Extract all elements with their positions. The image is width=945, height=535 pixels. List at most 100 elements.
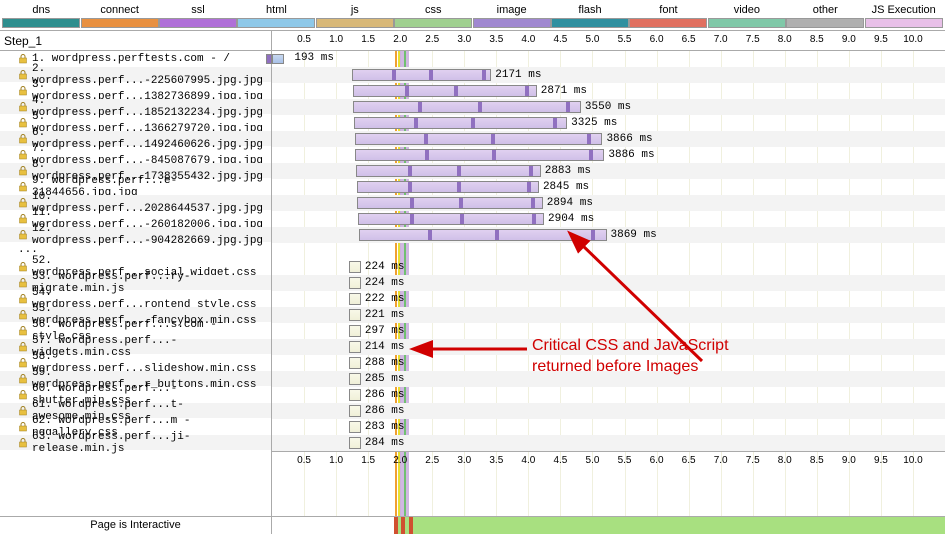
timeline-column: 0.51.01.52.02.53.03.54.04.55.05.56.06.57… <box>272 31 945 516</box>
request-bar[interactable] <box>355 133 603 145</box>
lock-icon <box>18 438 28 448</box>
request-bar[interactable] <box>349 277 361 289</box>
timeline-row: 2871 ms <box>272 83 945 99</box>
bar-time: 3886 ms <box>608 149 654 161</box>
timeline-row: 3869 ms <box>272 227 945 243</box>
lock-icon <box>18 102 28 112</box>
timeline-row: 2171 ms <box>272 67 945 83</box>
request-bar[interactable] <box>349 261 361 273</box>
timeline-row: 3866 ms <box>272 131 945 147</box>
interactive-row: Page is Interactive <box>0 516 945 534</box>
timeline-row: 224 ms <box>272 259 945 275</box>
legend-item-video: video <box>708 4 786 28</box>
legend-item-JS-Execution: JS Execution <box>865 4 943 28</box>
request-label: 12. wordpress.perf...-904282669.jpg.jpg <box>32 223 271 247</box>
request-bar[interactable] <box>349 341 361 353</box>
request-bar[interactable] <box>349 437 361 449</box>
request-label: 63. wordpress.perf...ji-release.min.js <box>32 431 271 455</box>
request-bar[interactable] <box>349 293 361 305</box>
lock-icon <box>18 310 28 320</box>
request-bar[interactable] <box>356 165 541 177</box>
timeline-row: 221 ms <box>272 307 945 323</box>
request-names-column: Step_1 1. wordpress.perftests.com - /2. … <box>0 31 272 516</box>
request-bar[interactable] <box>352 69 491 81</box>
step-label: Step_1 <box>0 31 271 51</box>
lock-icon <box>18 406 28 416</box>
bar-time: 3325 ms <box>571 117 617 129</box>
legend-item-font: font <box>629 4 707 28</box>
bar-time: 2894 ms <box>547 197 593 209</box>
legend-item-html: html <box>237 4 315 28</box>
bar-time: 224 ms <box>365 261 405 273</box>
timeline-row: 283 ms <box>272 419 945 435</box>
ruler-bottom: 0.51.01.52.02.53.03.54.04.55.05.56.06.57… <box>272 451 945 469</box>
legend-item-ssl: ssl <box>159 4 237 28</box>
interactive-bar <box>272 517 945 534</box>
timeline-row: 286 ms <box>272 403 945 419</box>
lock-icon <box>18 326 28 336</box>
request-bar[interactable] <box>349 421 361 433</box>
bar-time: 288 ms <box>365 357 405 369</box>
bar-time: 285 ms <box>365 373 405 385</box>
ruler-top: 0.51.01.52.02.53.03.54.04.55.05.56.06.57… <box>272 31 945 51</box>
bar-time: 3866 ms <box>606 133 652 145</box>
lock-icon <box>18 182 28 192</box>
bar-time: 214 ms <box>365 341 405 353</box>
bar-time: 221 ms <box>365 309 405 321</box>
bar-time: 2904 ms <box>548 213 594 225</box>
request-bar[interactable] <box>357 181 539 193</box>
request-bar[interactable] <box>354 117 567 129</box>
timeline-row: 3886 ms <box>272 147 945 163</box>
timeline-row: 224 ms <box>272 275 945 291</box>
lock-icon <box>18 294 28 304</box>
timeline-row: 2845 ms <box>272 179 945 195</box>
request-row[interactable]: 63. wordpress.perf...ji-release.min.js <box>0 435 271 451</box>
lock-icon <box>18 422 28 432</box>
request-bar[interactable] <box>349 389 361 401</box>
lock-icon <box>18 150 28 160</box>
request-bar[interactable] <box>353 85 537 97</box>
bar-time: 2883 ms <box>545 165 591 177</box>
bar-time: 284 ms <box>365 437 405 449</box>
bar-time: 2171 ms <box>495 69 541 81</box>
request-bar[interactable] <box>272 54 284 64</box>
lock-icon <box>18 342 28 352</box>
lock-icon <box>18 390 28 400</box>
timeline-row: 2904 ms <box>272 211 945 227</box>
lock-icon <box>18 166 28 176</box>
lock-icon <box>18 118 28 128</box>
bar-time: 224 ms <box>365 277 405 289</box>
request-bar[interactable] <box>349 405 361 417</box>
request-bar[interactable] <box>353 101 581 113</box>
lock-icon <box>18 134 28 144</box>
legend-item-css: css <box>394 4 472 28</box>
bar-time: 286 ms <box>365 405 405 417</box>
lock-icon <box>18 278 28 288</box>
legend: dnsconnectsslhtmljscssimageflashfontvide… <box>0 0 945 30</box>
request-bar[interactable] <box>358 213 544 225</box>
request-bar[interactable] <box>349 357 361 369</box>
legend-item-js: js <box>316 4 394 28</box>
bar-time: 3869 ms <box>611 229 657 241</box>
request-bar[interactable] <box>349 373 361 385</box>
request-bar[interactable] <box>359 229 607 241</box>
lock-icon <box>18 262 28 272</box>
lock-icon <box>18 358 28 368</box>
bar-time: 2871 ms <box>541 85 587 97</box>
timeline-row: 222 ms <box>272 291 945 307</box>
legend-item-image: image <box>473 4 551 28</box>
legend-item-connect: connect <box>81 4 159 28</box>
lock-icon <box>18 70 28 80</box>
bar-time: 283 ms <box>365 421 405 433</box>
timeline-row: 2883 ms <box>272 163 945 179</box>
request-bar[interactable] <box>349 325 361 337</box>
waterfall-panel: Step_1 1. wordpress.perftests.com - /2. … <box>0 30 945 516</box>
request-bar[interactable] <box>349 309 361 321</box>
request-bar[interactable] <box>357 197 542 209</box>
legend-item-flash: flash <box>551 4 629 28</box>
timeline-row: 193 ms <box>272 51 945 67</box>
request-bar[interactable] <box>355 149 604 161</box>
interactive-label: Page is Interactive <box>0 517 272 534</box>
lock-icon <box>18 54 28 64</box>
request-row[interactable]: 12. wordpress.perf...-904282669.jpg.jpg <box>0 227 271 243</box>
